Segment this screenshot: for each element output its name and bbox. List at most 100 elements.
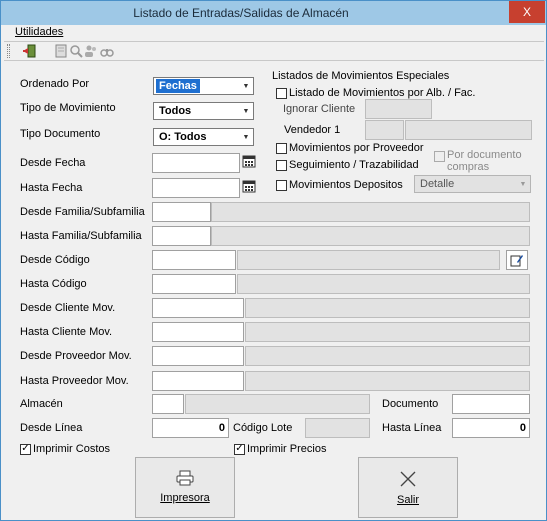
hasta-cliente-input[interactable] [152,322,244,342]
tipo-documento-label: Tipo Documento [20,128,101,140]
vendedor-code-input [365,120,404,140]
tipo-movimiento-label: Tipo de Movimiento [20,102,116,114]
hasta-proveedor-desc [245,371,530,391]
vendedor-desc-input [405,120,532,140]
desde-familia-desc [211,202,530,222]
impresora-label: Impresora [160,492,210,504]
desde-codigo-input[interactable] [152,250,236,270]
close-icon: X [522,5,531,19]
hasta-familia-label: Hasta Familia/Subfamilia [20,230,142,242]
hasta-codigo-desc [237,274,530,294]
desde-linea-input[interactable]: 0 [152,418,229,438]
por-proveedor-checkbox[interactable]: Movimientos por Proveedor [276,142,424,154]
vendedor-label: Vendedor 1 [284,124,341,136]
desde-proveedor-input[interactable] [152,346,244,366]
por-documento-compras-label: compras [447,161,490,173]
desde-codigo-desc [237,250,500,270]
desde-fecha-label: Desde Fecha [20,157,86,169]
hasta-fecha-input[interactable] [152,178,240,198]
chevron-down-icon: ▼ [242,82,250,90]
hasta-codigo-input[interactable] [152,274,236,294]
ignorar-cliente-input [365,99,432,119]
desde-proveedor-desc [245,346,530,366]
printer-icon [176,470,194,486]
binoculars-icon[interactable] [100,44,114,58]
edit-icon[interactable] [506,250,528,270]
hasta-proveedor-input[interactable] [152,371,244,391]
window-title: Listado de Entradas/Salidas de Almacén [133,6,349,20]
detalle-select: Detalle ▼ [414,175,531,193]
desde-familia-label: Desde Familia/Subfamilia [20,206,145,218]
documento-input[interactable] [452,394,530,414]
hasta-cliente-desc [245,322,530,342]
checkbox-icon [276,142,287,154]
impresora-button[interactable]: Impresora [135,457,235,518]
documento-label: Documento [382,398,439,410]
seguimiento-checkbox[interactable]: Seguimiento / Trazabilidad [276,159,419,171]
chevron-down-icon: ▼ [519,180,527,188]
salir-label: Salir [396,494,419,506]
desde-codigo-label: Desde Código [20,254,90,266]
ignorar-cliente-label: Ignorar Cliente [283,103,356,115]
depositos-checkbox[interactable]: Movimientos Depositos [276,179,403,191]
desde-cliente-input[interactable] [152,298,244,318]
checkbox-icon [276,87,287,99]
users-icon[interactable] [84,44,98,58]
calendar-icon[interactable] [242,154,256,168]
ordenado-por-select[interactable]: Fechas ▼ [153,77,254,95]
menu-bar: Utilidades [1,25,546,41]
almacen-label: Almacén [20,398,63,410]
salir-button[interactable]: Salir [358,457,458,518]
imprimir-precios-checkbox[interactable]: ✓ Imprimir Precios [234,443,326,455]
ordenado-por-value: Fechas [156,79,200,93]
hasta-linea-input[interactable]: 0 [452,418,530,438]
por-proveedor-label: Movimientos por Proveedor [289,142,424,154]
report-window: Listado de Entradas/Salidas de Almacén X… [0,0,547,521]
tipo-movimiento-value: Todos [159,105,192,117]
seguimiento-label: Seguimiento / Trazabilidad [289,159,419,171]
chevron-down-icon: ▼ [242,107,250,115]
hasta-familia-desc [211,226,530,246]
codigo-lote-label: Código Lote [233,422,293,434]
checkbox-checked-icon: ✓ [234,443,245,455]
detalle-value: Detalle [420,178,455,190]
hasta-fecha-label: Hasta Fecha [20,182,83,194]
imprimir-costos-checkbox[interactable]: ✓ Imprimir Costos [20,443,110,455]
imprimir-costos-label: Imprimir Costos [33,443,111,455]
por-alb-fac-checkbox[interactable]: Listado de Movimientos por Alb. / Fac. [276,87,475,99]
calendar-icon[interactable] [242,179,256,193]
close-button[interactable]: X [509,1,545,23]
menu-utilidades[interactable]: Utilidades [15,26,63,38]
desde-fecha-input[interactable] [152,153,240,173]
search-icon[interactable] [69,44,83,58]
tipo-documento-select[interactable]: O: Todos ▼ [153,128,254,146]
close-icon [400,471,416,487]
title-bar: Listado de Entradas/Salidas de Almacén X [1,1,546,25]
toolbar [4,41,544,61]
hasta-cliente-label: Hasta Cliente Mov. [20,326,113,338]
hasta-familia-input[interactable] [152,226,211,246]
checkbox-icon [276,159,287,171]
checkbox-checked-icon: ✓ [20,443,31,455]
desde-cliente-desc [245,298,530,318]
ordenado-por-label: Ordenado Por [20,78,90,90]
por-alb-fac-label: Listado de Movimientos por Alb. / Fac. [289,87,476,99]
depositos-label: Movimientos Depositos [289,179,403,191]
toolbar-grip [7,44,10,58]
por-documento-compras-checkbox: Por documento compras [434,149,522,173]
codigo-lote-input [305,418,370,438]
hasta-proveedor-label: Hasta Proveedor Mov. [20,375,129,387]
almacen-desc [185,394,370,414]
checkbox-icon [276,179,287,191]
hasta-linea-label: Hasta Línea [382,422,442,434]
desde-linea-label: Desde Línea [20,422,83,434]
almacen-input[interactable] [152,394,184,414]
especiales-title: Listados de Movimientos Especiales [272,70,450,82]
print-preview-icon[interactable] [54,44,68,58]
exit-icon[interactable] [22,44,36,58]
desde-familia-input[interactable] [152,202,211,222]
tipo-documento-value: O: Todos [159,131,207,143]
tipo-movimiento-select[interactable]: Todos ▼ [153,102,254,120]
por-documento-label: Por documento [447,149,522,161]
checkbox-icon [434,151,445,162]
